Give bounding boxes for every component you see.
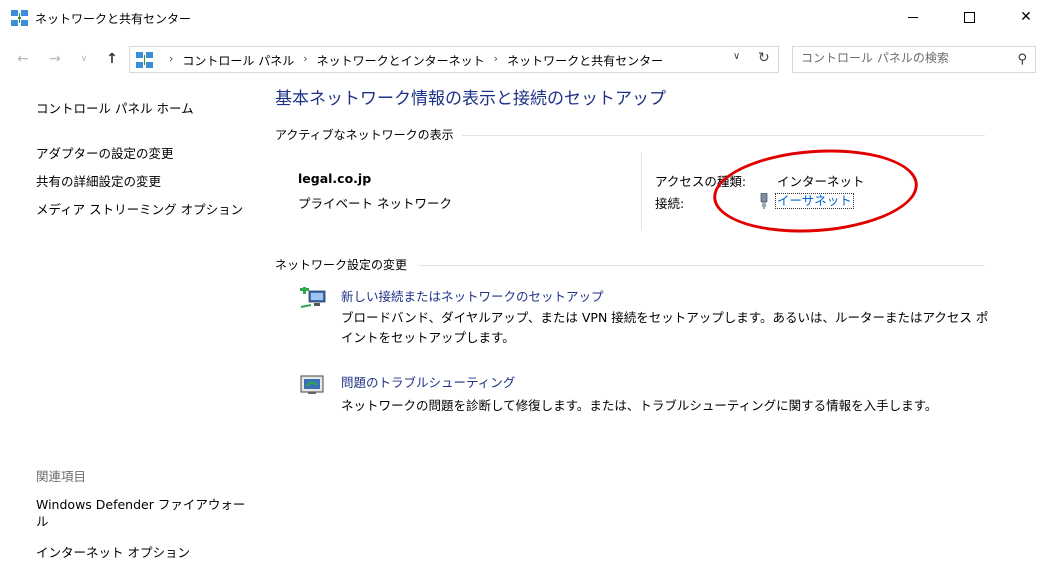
sidebar-media-streaming-link[interactable]: メディア ストリーミング オプション: [36, 199, 243, 218]
new-connection-icon: [300, 287, 326, 308]
breadcrumb-control-panel[interactable]: コントロール パネル: [182, 52, 294, 69]
related-internet-options-link[interactable]: インターネット オプション: [36, 542, 190, 561]
maximize-button[interactable]: [946, 0, 992, 34]
control-panel-icon: [136, 52, 153, 68]
refresh-icon[interactable]: ↻: [758, 50, 770, 66]
navigation-bar: ← → ∨ ↑ › コントロール パネル › ネットワークとインターネット › …: [0, 44, 1055, 74]
back-button[interactable]: ←: [12, 48, 34, 70]
new-connection-link[interactable]: 新しい接続またはネットワークのセットアップ: [341, 286, 604, 305]
troubleshoot-icon: [300, 375, 324, 394]
sidebar-home-link[interactable]: コントロール パネル ホーム: [36, 98, 194, 117]
forward-arrow-icon: →: [49, 51, 61, 67]
search-icon[interactable]: ⚲: [1017, 52, 1027, 67]
breadcrumb-separator-icon[interactable]: ›: [169, 52, 173, 69]
close-button[interactable]: ✕: [1003, 0, 1049, 34]
vertical-divider: [641, 152, 642, 230]
red-annotation-circle: [710, 142, 921, 240]
section-divider: [462, 135, 985, 136]
breadcrumb-separator-icon[interactable]: ›: [303, 52, 307, 69]
address-dropdown-icon[interactable]: ∨: [733, 51, 740, 62]
change-settings-heading: ネットワーク設定の変更: [275, 258, 408, 272]
up-arrow-icon: ↑: [106, 51, 118, 67]
network-center-icon: [11, 10, 28, 26]
connection-label: 接続:: [655, 196, 685, 211]
troubleshoot-link[interactable]: 問題のトラブルシューティング: [341, 372, 515, 391]
section-divider: [419, 265, 985, 266]
breadcrumb-separator-icon[interactable]: ›: [494, 52, 498, 69]
window-title: ネットワークと共有センター: [35, 12, 192, 26]
sidebar-adapter-settings-link[interactable]: アダプターの設定の変更: [36, 143, 174, 162]
access-type-value: インターネット: [777, 174, 865, 189]
close-icon: ✕: [1020, 9, 1032, 25]
sidebar: コントロール パネル ホーム アダプターの設定の変更 共有の詳細設定の変更 メデ…: [0, 76, 255, 582]
minimize-icon: [908, 16, 918, 18]
search-box[interactable]: ⚲: [792, 46, 1036, 73]
minimize-button[interactable]: [890, 0, 936, 34]
ethernet-connection-link[interactable]: イーサネット: [775, 193, 854, 209]
active-networks-heading: アクティブなネットワークの表示: [275, 128, 454, 142]
back-arrow-icon: ←: [17, 51, 29, 67]
address-bar[interactable]: › コントロール パネル › ネットワークとインターネット › ネットワークと共…: [129, 46, 779, 73]
title-bar: ネットワークと共有センター ✕: [0, 0, 1055, 38]
chevron-down-icon: ∨: [80, 54, 88, 64]
new-connection-description: ブロードバンド、ダイヤルアップ、または VPN 接続をセットアップします。あるい…: [341, 310, 989, 345]
related-firewall-link[interactable]: Windows Defender ファイアウォール: [36, 496, 246, 530]
search-input[interactable]: [801, 51, 1001, 65]
breadcrumb: › コントロール パネル › ネットワークとインターネット › ネットワークと共…: [160, 52, 663, 69]
breadcrumb-network-internet[interactable]: ネットワークとインターネット: [317, 52, 485, 69]
related-heading: 関連項目: [36, 469, 87, 484]
network-type: プライベート ネットワーク: [298, 196, 452, 211]
access-type-label: アクセスの種類:: [655, 174, 747, 189]
recent-locations-button[interactable]: ∨: [73, 48, 95, 70]
network-name: legal.co.jp: [298, 171, 372, 186]
breadcrumb-network-sharing-center[interactable]: ネットワークと共有センター: [507, 52, 663, 69]
page-title: 基本ネットワーク情報の表示と接続のセットアップ: [275, 89, 666, 109]
sidebar-advanced-sharing-link[interactable]: 共有の詳細設定の変更: [36, 171, 161, 190]
ethernet-icon: [760, 193, 768, 209]
troubleshoot-description: ネットワークの問題を診断して修復します。または、トラブルシューティングに関する情…: [341, 398, 938, 413]
forward-button[interactable]: →: [44, 48, 66, 70]
up-button[interactable]: ↑: [101, 48, 123, 70]
maximize-icon: [963, 11, 975, 23]
